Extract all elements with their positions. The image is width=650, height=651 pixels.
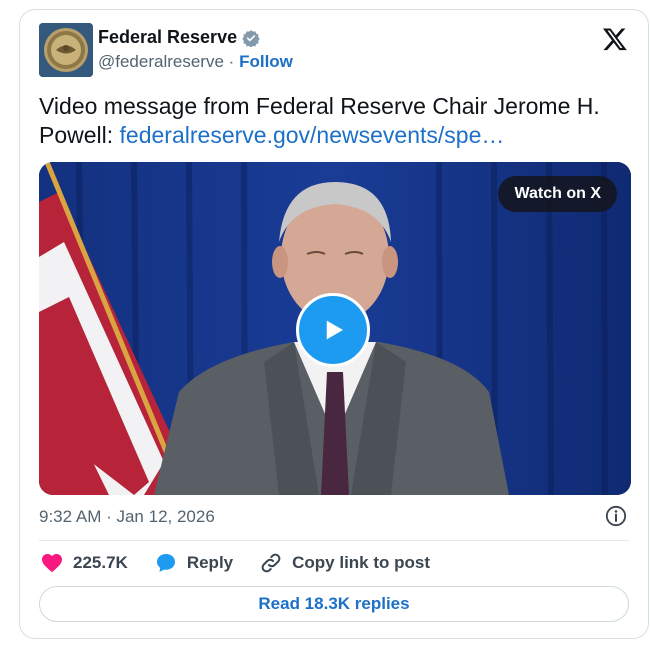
tweet-actions: 225.7K Reply Copy link to post xyxy=(40,551,456,575)
handle-separator: · xyxy=(228,52,235,71)
info-icon[interactable] xyxy=(605,505,627,527)
heart-icon xyxy=(42,554,62,573)
copy-link-button[interactable]: Copy link to post xyxy=(259,551,430,575)
video-player[interactable]: Watch on X xyxy=(39,162,631,495)
author-handle[interactable]: @federalreserve xyxy=(98,52,224,71)
reply-bubble-icon xyxy=(156,554,175,572)
reply-label: Reply xyxy=(186,553,234,572)
like-button[interactable]: 225.7K xyxy=(40,551,128,575)
x-logo-icon[interactable] xyxy=(602,26,628,52)
copy-link-label: Copy link to post xyxy=(292,553,431,572)
watch-on-x-button[interactable]: Watch on X xyxy=(498,176,617,212)
author-name-row: Federal Reserve xyxy=(98,27,260,48)
federal-reserve-seal-icon xyxy=(39,23,93,77)
follow-button[interactable]: Follow xyxy=(239,52,293,71)
read-replies-button[interactable]: Read 18.3K replies xyxy=(39,586,629,622)
play-icon xyxy=(326,320,343,340)
verified-badge-icon xyxy=(242,29,260,48)
tweet-link[interactable]: federalreserve.gov/newsevents/spe… xyxy=(120,122,505,148)
divider xyxy=(39,540,629,541)
play-button[interactable] xyxy=(296,293,370,367)
author-name[interactable]: Federal Reserve xyxy=(98,27,237,48)
author-handle-row: @federalreserve · Follow xyxy=(98,52,293,72)
reply-button[interactable]: Reply xyxy=(154,551,233,575)
tweet-card: Federal Reserve @federalreserve · Follow… xyxy=(19,9,649,639)
tweet-text: Video message from Federal Reserve Chair… xyxy=(39,92,619,150)
avatar[interactable] xyxy=(39,23,93,77)
like-count: 225.7K xyxy=(73,553,128,572)
tweet-timestamp[interactable]: 9:32 AM · Jan 12, 2026 xyxy=(39,507,215,527)
link-icon xyxy=(261,553,281,573)
